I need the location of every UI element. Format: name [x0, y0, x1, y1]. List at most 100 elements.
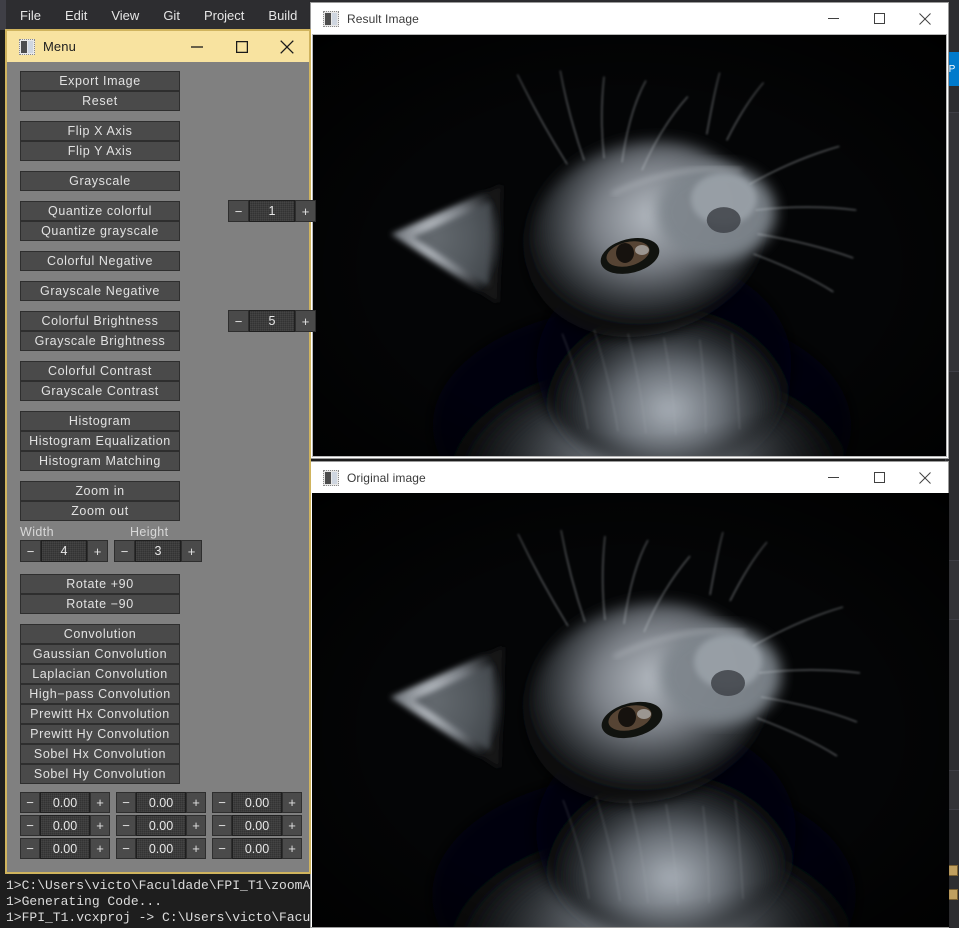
rotate-plus-90-button[interactable]: Rotate +90 [20, 574, 180, 594]
zoom-out-button[interactable]: Zoom out [20, 501, 180, 521]
kernel-cell-0-1-stepper[interactable]: − 0.00 + [116, 792, 206, 813]
kernel-cell-1-2-stepper[interactable]: − 0.00 + [212, 815, 302, 836]
kernel-cell-0-2-stepper[interactable]: − 0.00 + [212, 792, 302, 813]
kernel-2-0-decrement-button[interactable]: − [20, 838, 40, 859]
brightness-value[interactable]: 5 [249, 310, 295, 332]
quantize-decrement-button[interactable]: − [228, 200, 249, 222]
menu-view[interactable]: View [99, 4, 151, 27]
kernel-2-2-increment-button[interactable]: + [282, 838, 302, 859]
flip-y-axis-button[interactable]: Flip Y Axis [20, 141, 180, 161]
kernel-2-2-decrement-button[interactable]: − [212, 838, 232, 859]
maximize-button[interactable] [219, 31, 264, 62]
height-increment-button[interactable]: + [181, 540, 202, 562]
close-button[interactable] [902, 3, 948, 34]
kernel-0-2-increment-button[interactable]: + [282, 792, 302, 813]
quantize-colorful-button[interactable]: Quantize colorful [20, 201, 180, 221]
kernel-1-2-decrement-button[interactable]: − [212, 815, 232, 836]
laplacian-convolution-button[interactable]: Laplacian Convolution [20, 664, 180, 684]
width-decrement-button[interactable]: − [20, 540, 41, 562]
histogram-button[interactable]: Histogram [20, 411, 180, 431]
kernel-1-1-increment-button[interactable]: + [186, 815, 206, 836]
minimize-button[interactable] [174, 31, 219, 62]
high-pass-convolution-button[interactable]: High−pass Convolution [20, 684, 180, 704]
width-value[interactable]: 4 [41, 540, 87, 562]
height-value[interactable]: 3 [135, 540, 181, 562]
minimize-button[interactable] [810, 462, 856, 493]
original-image-window[interactable]: Original image [310, 461, 949, 928]
kernel-0-0-increment-button[interactable]: + [90, 792, 110, 813]
kernel-2-0-value[interactable]: 0.00 [40, 838, 90, 859]
kernel-1-0-increment-button[interactable]: + [90, 815, 110, 836]
colorful-contrast-button[interactable]: Colorful Contrast [20, 361, 180, 381]
kernel-1-2-increment-button[interactable]: + [282, 815, 302, 836]
colorful-brightness-button[interactable]: Colorful Brightness [20, 311, 180, 331]
menu-git[interactable]: Git [151, 4, 192, 27]
width-increment-button[interactable]: + [87, 540, 108, 562]
kernel-0-2-value[interactable]: 0.00 [232, 792, 282, 813]
kernel-0-1-decrement-button[interactable]: − [116, 792, 136, 813]
kernel-1-2-value[interactable]: 0.00 [232, 815, 282, 836]
kernel-cell-2-0-stepper[interactable]: − 0.00 + [20, 838, 110, 859]
brightness-increment-button[interactable]: + [295, 310, 316, 332]
quantize-value[interactable]: 1 [249, 200, 295, 222]
menu-project[interactable]: Project [192, 4, 256, 27]
reset-button[interactable]: Reset [20, 91, 180, 111]
kernel-1-0-decrement-button[interactable]: − [20, 815, 40, 836]
zoom-in-button[interactable]: Zoom in [20, 481, 180, 501]
menu-window[interactable]: Menu Export Image Reset Flip X Axis Flip… [5, 29, 316, 874]
kernel-cell-2-2-stepper[interactable]: − 0.00 + [212, 838, 302, 859]
grayscale-negative-button[interactable]: Grayscale Negative [20, 281, 180, 301]
menu-window-titlebar[interactable]: Menu [7, 31, 309, 62]
kernel-cell-2-1-stepper[interactable]: − 0.00 + [116, 838, 206, 859]
prewitt-hy-convolution-button[interactable]: Prewitt Hy Convolution [20, 724, 180, 744]
kernel-2-0-increment-button[interactable]: + [90, 838, 110, 859]
menu-file[interactable]: File [8, 4, 53, 27]
gaussian-convolution-button[interactable]: Gaussian Convolution [20, 644, 180, 664]
result-image-window[interactable]: Result Image [310, 2, 949, 459]
kernel-1-1-decrement-button[interactable]: − [116, 815, 136, 836]
close-button[interactable] [264, 31, 309, 62]
result-window-titlebar[interactable]: Result Image [311, 3, 948, 34]
kernel-0-2-decrement-button[interactable]: − [212, 792, 232, 813]
grayscale-contrast-button[interactable]: Grayscale Contrast [20, 381, 180, 401]
minimize-button[interactable] [810, 3, 856, 34]
kernel-2-1-increment-button[interactable]: + [186, 838, 206, 859]
kernel-2-1-decrement-button[interactable]: − [116, 838, 136, 859]
height-stepper[interactable]: − 3 + [114, 540, 202, 562]
width-stepper[interactable]: − 4 + [20, 540, 108, 562]
prewitt-hx-convolution-button[interactable]: Prewitt Hx Convolution [20, 704, 180, 724]
export-image-button[interactable]: Export Image [20, 71, 180, 91]
kernel-cell-0-0-stepper[interactable]: − 0.00 + [20, 792, 110, 813]
kernel-2-2-value[interactable]: 0.00 [232, 838, 282, 859]
sobel-hx-convolution-button[interactable]: Sobel Hx Convolution [20, 744, 180, 764]
kernel-1-0-value[interactable]: 0.00 [40, 815, 90, 836]
maximize-button[interactable] [856, 3, 902, 34]
kernel-0-1-increment-button[interactable]: + [186, 792, 206, 813]
grayscale-brightness-button[interactable]: Grayscale Brightness [20, 331, 180, 351]
height-decrement-button[interactable]: − [114, 540, 135, 562]
sobel-hy-convolution-button[interactable]: Sobel Hy Convolution [20, 764, 180, 784]
kernel-0-1-value[interactable]: 0.00 [136, 792, 186, 813]
quantize-increment-button[interactable]: + [295, 200, 316, 222]
close-button[interactable] [902, 462, 948, 493]
original-window-titlebar[interactable]: Original image [311, 462, 948, 493]
menu-build[interactable]: Build [256, 4, 309, 27]
rotate-minus-90-button[interactable]: Rotate −90 [20, 594, 180, 614]
kernel-cell-1-1-stepper[interactable]: − 0.00 + [116, 815, 206, 836]
menu-edit[interactable]: Edit [53, 4, 99, 27]
maximize-button[interactable] [856, 462, 902, 493]
convolution-button[interactable]: Convolution [20, 624, 180, 644]
brightness-decrement-button[interactable]: − [228, 310, 249, 332]
quantize-levels-stepper[interactable]: − 1 + [228, 200, 316, 222]
colorful-negative-button[interactable]: Colorful Negative [20, 251, 180, 271]
histogram-equalization-button[interactable]: Histogram Equalization [20, 431, 180, 451]
histogram-matching-button[interactable]: Histogram Matching [20, 451, 180, 471]
kernel-2-1-value[interactable]: 0.00 [136, 838, 186, 859]
kernel-cell-1-0-stepper[interactable]: − 0.00 + [20, 815, 110, 836]
kernel-0-0-decrement-button[interactable]: − [20, 792, 40, 813]
brightness-stepper[interactable]: − 5 + [228, 310, 316, 332]
quantize-grayscale-button[interactable]: Quantize grayscale [20, 221, 180, 241]
kernel-0-0-value[interactable]: 0.00 [40, 792, 90, 813]
flip-x-axis-button[interactable]: Flip X Axis [20, 121, 180, 141]
kernel-1-1-value[interactable]: 0.00 [136, 815, 186, 836]
